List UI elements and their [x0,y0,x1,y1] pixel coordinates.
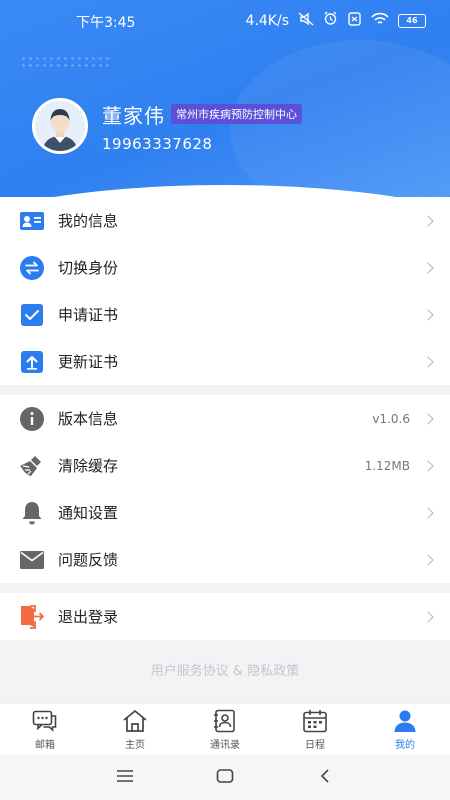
logout-icon [19,604,45,630]
broom-icon [19,453,45,479]
info-icon [19,406,45,432]
status-time: 下午3:45 [76,15,136,31]
tab-mailbox[interactable]: 邮箱 [0,704,90,755]
contacts-icon [212,709,238,733]
chevron-right-icon [422,412,434,425]
status-icons: 4.4K/s 46 [246,11,426,30]
alarm-icon [323,11,338,30]
bell-icon [19,500,45,526]
home-button[interactable] [175,755,275,800]
tab-label: 我的 [395,739,415,751]
menu-item-apply-certificate[interactable]: 申请证书 [0,291,450,338]
menu-group-logout: 退出登录 [0,593,450,640]
menu-label: 切换身份 [58,259,119,277]
user-phone: 19963337628 [102,134,213,153]
battery-icon: 46 [398,13,426,28]
mail-icon [19,547,45,573]
network-speed: 4.4K/s [245,12,289,29]
menu-group-settings: 版本信息 v1.0.6 清除缓存 1.12MB 通知设置 问题反馈 [0,395,450,583]
back-icon [318,768,332,788]
menu-label: 清除缓存 [58,457,119,475]
menu-label: 问题反馈 [58,551,119,569]
avatar[interactable] [32,98,88,154]
header-dots-decoration [20,55,110,69]
user-icon [392,709,418,733]
switch-icon [19,255,45,281]
menu-label: 退出登录 [58,608,119,626]
menu-item-switch-identity[interactable]: 切换身份 [0,244,450,291]
menu-label: 版本信息 [58,410,119,428]
tab-contacts[interactable]: 通讯录 [180,704,270,755]
chat-icon [32,709,58,733]
tab-label: 通讯录 [210,739,240,751]
tab-label: 邮箱 [35,739,55,751]
home-icon [122,709,148,733]
organization-badge: 常州市疾病预防控制中心 [171,104,302,124]
menu-item-logout[interactable]: 退出登录 [0,593,450,640]
menu-item-renew-certificate[interactable]: 更新证书 [0,338,450,385]
version-value: v1.0.6 [372,411,410,426]
menu-item-my-info[interactable]: 我的信息 [0,197,450,244]
chevron-right-icon [422,506,434,519]
square-icon [216,768,234,788]
menu-item-clear-cache[interactable]: 清除缓存 1.12MB [0,442,450,489]
tab-schedule[interactable]: 日程 [270,704,360,755]
chevron-right-icon [422,308,434,321]
upload-icon [19,349,45,375]
chevron-right-icon [422,610,434,623]
menu-item-version-info[interactable]: 版本信息 v1.0.6 [0,395,450,442]
wifi-icon [371,12,389,30]
id-card-icon [19,208,45,234]
muted-icon [298,11,314,30]
user-name: 董家伟 [102,103,165,128]
menu-icon [116,768,134,787]
chevron-right-icon [422,553,434,566]
sim-off-icon [347,11,362,30]
cache-size-value: 1.12MB [364,458,410,473]
menu-group-account: 我的信息 切换身份 申请证书 更新证书 [0,197,450,385]
chevron-right-icon [422,459,434,472]
user-profile[interactable]: 董家伟 常州市疾病预防控制中心 19963337628 [32,98,302,154]
menu-label: 我的信息 [58,212,119,230]
tab-label: 主页 [125,739,145,751]
menu-label: 更新证书 [58,353,119,371]
menu-item-feedback[interactable]: 问题反馈 [0,536,450,583]
tab-home[interactable]: 主页 [90,704,180,755]
status-bar: 下午3:45 4.4K/s 46 [0,0,450,40]
agreement-privacy-link[interactable]: 用户服务协议 & 隐私政策 [0,660,450,679]
system-navigation-bar [0,755,450,800]
chevron-right-icon [422,214,434,227]
tab-label: 日程 [305,739,325,751]
menu-button[interactable] [75,755,175,800]
chevron-right-icon [422,261,434,274]
menu-item-notification-settings[interactable]: 通知设置 [0,489,450,536]
chevron-right-icon [422,355,434,368]
bottom-tab-bar: 邮箱 主页 通讯录 日程 我的 [0,703,450,755]
check-box-icon [19,302,45,328]
back-button[interactable] [275,755,375,800]
calendar-icon [302,709,328,733]
menu-label: 通知设置 [58,504,119,522]
menu-label: 申请证书 [58,306,119,324]
tab-mine[interactable]: 我的 [360,704,450,755]
